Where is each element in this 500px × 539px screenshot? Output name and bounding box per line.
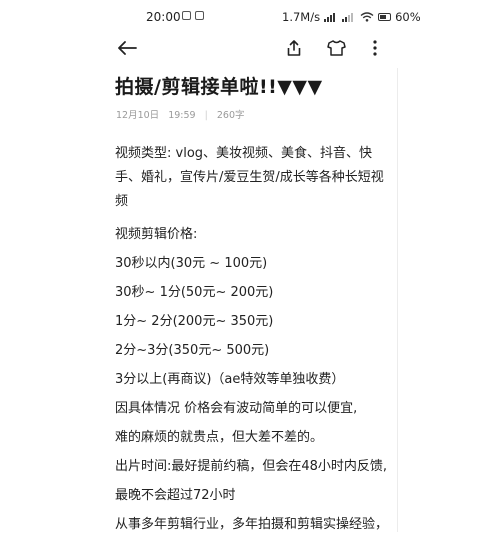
notification-icon [195,11,204,20]
body-line: 出片时间:最好提前约稿，但会在48小时内反馈, [115,459,388,474]
theme-button[interactable] [323,34,349,62]
signal-icon-2 [342,13,354,22]
note-word-count: 260字 [216,110,245,121]
toolbar [0,34,500,62]
body-line: 因具体情况 价格会有波动简单的可以便宜, [115,401,358,416]
more-vertical-icon [373,40,377,56]
share-icon [287,39,301,56]
battery-level: 60% [395,10,421,24]
share-button[interactable] [282,34,306,62]
body-line: 最晚不会超过72小时 [115,488,236,503]
status-bar: 20:00 1.7M/s 60% [0,0,500,34]
body-line: 3分以上(再商议)（ae特效等单独收费） [115,372,345,387]
status-right: 1.7M/s 60% [282,10,421,24]
back-arrow-icon [118,41,137,55]
notification-icon [182,11,191,20]
note-time: 19:59 [168,110,196,121]
signal-icon [324,13,336,22]
status-time: 20:00 [146,10,181,24]
notification-icons [182,11,204,20]
note-body[interactable]: 视频类型: vlog、美妆视频、美食、抖音、快手、婚礼，宣传片/爱豆生贺/成长等… [115,142,395,539]
page-divider [397,68,398,532]
body-line: 难的麻烦的就贵点，但大差不差的。 [115,430,324,445]
back-button[interactable] [113,34,141,62]
shirt-icon [326,40,346,56]
meta-separator: | [204,110,208,121]
body-line: 从事多年剪辑行业，多年拍摄和剪辑实操经验， [115,517,389,532]
body-line: 2分~3分(350元~ 500元) [115,343,270,358]
note-meta: 12月10日 19:59 | 260字 [116,107,251,121]
note-date: 12月10日 [116,110,160,121]
note-title: 拍摄/剪辑接单啦!!▼▼▼ [115,76,323,98]
body-line: 1分~ 2分(200元~ 350元) [115,314,274,329]
more-button[interactable] [366,34,384,62]
body-line: 30秒~ 1分(50元~ 200元) [115,285,274,300]
network-speed: 1.7M/s [282,10,321,24]
battery-icon [378,13,392,21]
wifi-icon [360,12,374,22]
body-line: 视频类型: vlog、美妆视频、美食、抖音、快手、婚礼，宣传片/爱豆生贺/成长等… [115,146,384,209]
body-line: 30秒以内(30元 ~ 100元) [115,256,268,271]
body-line: 视频剪辑价格: [115,227,198,242]
